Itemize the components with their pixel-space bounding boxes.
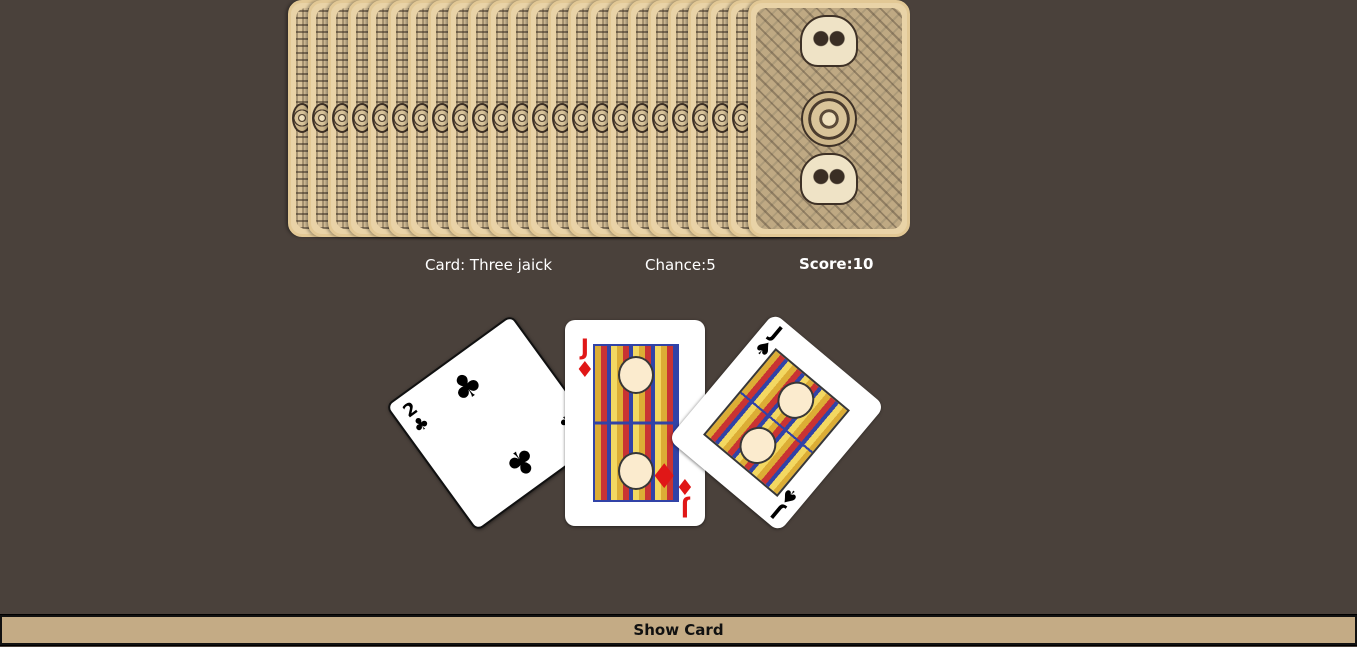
card-index-top: J ♦ [575,336,595,383]
chance-counter: Chance:5 [645,256,716,274]
game-stage: Card: Three jaick Chance:5 Score:10 2 ♣ ♣… [0,0,1357,647]
jack-face-illustration-icon [703,348,850,497]
club-pip-icon: ♣ [496,436,546,487]
card-index-top: 2 ♣ [399,397,434,438]
show-card-button[interactable]: Show Card [0,614,1357,646]
card-index-bottom: J ♦ [675,473,695,520]
score-counter: Score:10 [799,255,874,273]
sugar-skull-icon [800,153,858,205]
club-pip-icon: ♣ [442,361,492,413]
deck-top-card[interactable] [748,0,910,237]
current-card-label: Card: Three jaick [425,256,553,274]
sugar-skull-icon [800,15,858,67]
card-deck[interactable] [288,0,918,238]
flower-rosette-icon [801,91,857,147]
